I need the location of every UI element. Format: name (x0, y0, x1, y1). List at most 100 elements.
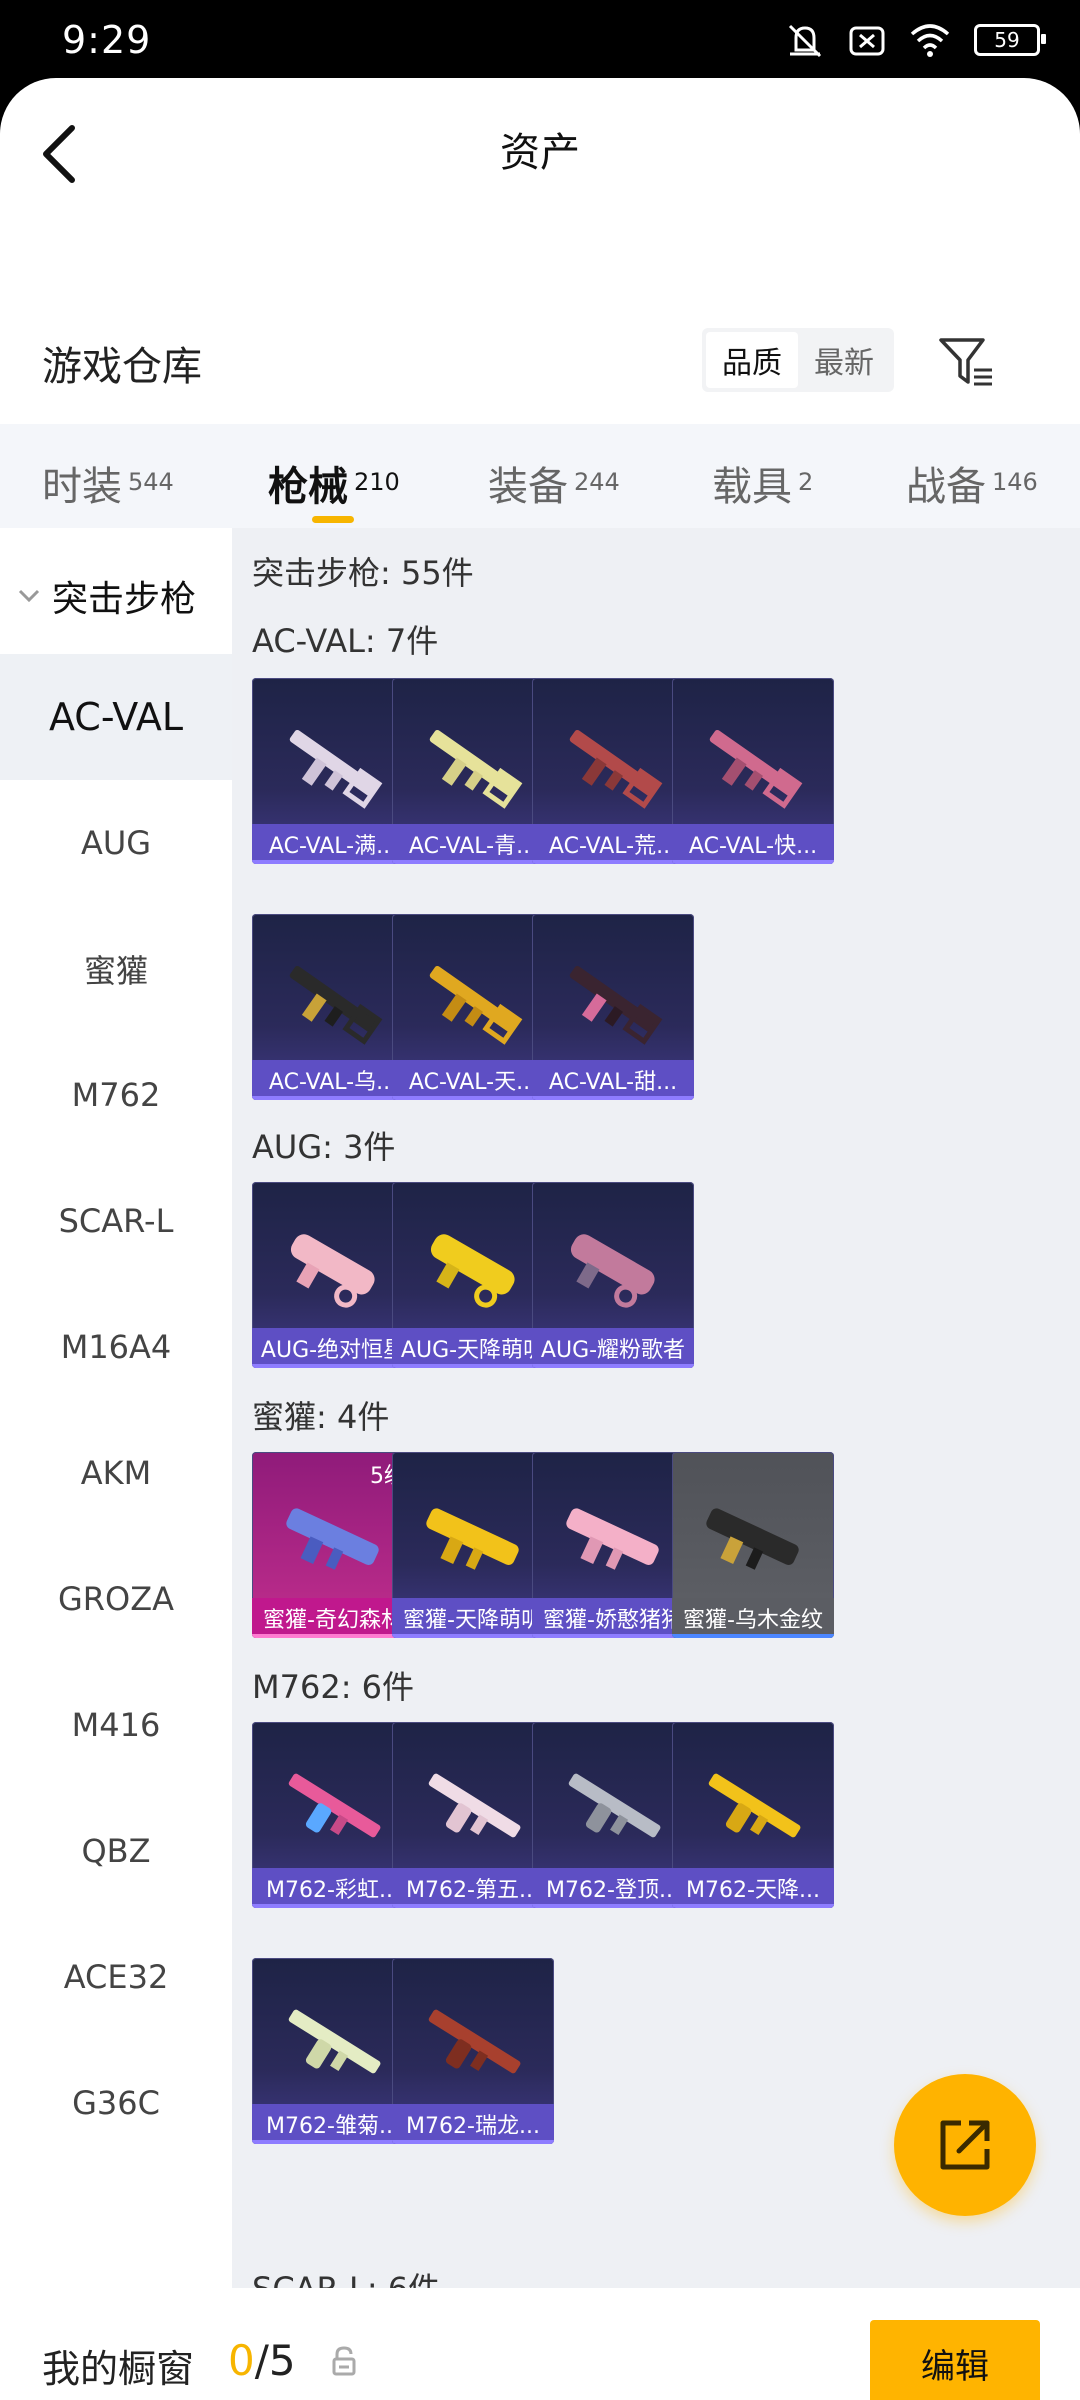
rifle-icon (570, 1234, 655, 1308)
mute-icon (788, 24, 822, 58)
sidebar-item-ace32[interactable]: ACE32 (0, 1914, 232, 2040)
weapon-card[interactable]: AUG-天降萌叽 (392, 1182, 554, 1368)
tab-count: 2 (798, 468, 814, 496)
weapon-sidebar: 突击步枪 AC-VAL AUG 蜜獾 M762 SCAR-L M16A4 AKM… (0, 528, 232, 2208)
tab-supplies[interactable]: 战备 146 (906, 454, 1038, 512)
weapon-card-label: AC-VAL-快... (672, 824, 834, 864)
weapon-card[interactable]: 5级 蜜獾-奇幻森林 (252, 1452, 414, 1638)
tab-firearms[interactable]: 枪械 210 (268, 454, 400, 512)
sidebar-item-akm[interactable]: AKM (0, 1410, 232, 1536)
rifle-icon (429, 965, 523, 1045)
tab-label: 装备 (488, 464, 568, 510)
weapon-card-label: AC-VAL-天... (392, 1060, 554, 1100)
rifle-icon (430, 1234, 515, 1308)
smg-icon (706, 1508, 799, 1570)
tab-fashion[interactable]: 时装 544 (42, 454, 174, 512)
weapon-card[interactable]: 蜜獾-天降萌叽 (392, 1452, 554, 1638)
weapon-card[interactable]: AC-VAL-满... (252, 678, 414, 864)
section-title: AUG: 3件 (252, 1128, 396, 1166)
weapon-card-label: 蜜獾-奇幻森林 (252, 1598, 414, 1638)
rifle-icon (289, 729, 383, 809)
tab-vehicles[interactable]: 载具 2 (712, 454, 813, 512)
section-title: AC-VAL: 7件 (252, 622, 439, 660)
battery-icon: 59 (974, 24, 1046, 56)
edit-button[interactable]: 编辑 (870, 2320, 1040, 2400)
weapon-card[interactable]: AUG-耀粉歌者 (532, 1182, 694, 1368)
sidebar-item-groza[interactable]: GROZA (0, 1536, 232, 1662)
weapon-card[interactable]: AC-VAL-乌... (252, 914, 414, 1100)
warehouse-title: 游戏仓库 (42, 344, 202, 390)
sidebar-item-g36c[interactable]: G36C (0, 2040, 232, 2166)
weapon-card[interactable]: AC-VAL-快... (672, 678, 834, 864)
status-time: 9:29 (62, 18, 152, 62)
filter-icon[interactable] (938, 336, 994, 390)
active-tab-indicator (312, 516, 354, 523)
weapon-card[interactable]: M762-天降... (672, 1722, 834, 1908)
weapon-card[interactable]: M762-彩虹... (252, 1722, 414, 1908)
rifle-icon (709, 729, 803, 809)
showcase-current: 0 (228, 2336, 255, 2385)
weapon-card-label: M762-登顶... (532, 1868, 694, 1908)
smg-icon (566, 1508, 659, 1570)
weapon-card-label: AC-VAL-满... (252, 824, 414, 864)
sidebar-category-label: 突击步枪 (52, 579, 197, 620)
weapon-card-label: AC-VAL-青... (392, 824, 554, 864)
tab-label: 时装 (42, 464, 122, 510)
sort-newest-button[interactable]: 最新 (798, 332, 890, 388)
weapon-card-label: M762-第五... (392, 1868, 554, 1908)
weapon-card[interactable]: M762-雏菊... (252, 1958, 414, 2144)
sort-quality-button[interactable]: 品质 (706, 332, 798, 388)
sidebar-item-m16a4[interactable]: M16A4 (0, 1284, 232, 1410)
tab-label: 载具 (712, 464, 792, 510)
warehouse-row: 游戏仓库 品质 最新 (0, 300, 1080, 420)
weapon-card-label: AUG-天降萌叽 (392, 1328, 554, 1368)
battery-level: 59 (994, 28, 1020, 52)
page-title: 资产 (500, 130, 580, 176)
sidebar-item-aug[interactable]: AUG (0, 780, 232, 906)
sidebar-item-ac-val[interactable]: AC-VAL (0, 654, 232, 780)
weapon-card[interactable]: M762-瑞龙... (392, 1958, 554, 2144)
rifle-icon (708, 1773, 801, 1838)
weapon-card[interactable]: 蜜獾-乌木金纹 (672, 1452, 834, 1638)
weapon-card[interactable]: 蜜獾-娇憨猪猪 (532, 1452, 694, 1638)
share-icon (940, 2120, 990, 2170)
rifle-icon (288, 2009, 381, 2074)
tab-equipment[interactable]: 装备 244 (488, 454, 620, 512)
weapon-card[interactable]: AC-VAL-天... (392, 914, 554, 1100)
tab-label: 战备 (906, 464, 986, 510)
weapon-card-label: AUG-耀粉歌者 (532, 1328, 694, 1368)
sidebar-item-m762[interactable]: M762 (0, 1032, 232, 1158)
smg-icon (426, 1508, 519, 1570)
weapon-card[interactable]: AC-VAL-青... (392, 678, 554, 864)
weapon-card-label: M762-天降... (672, 1868, 834, 1908)
header: 资产 (0, 78, 1080, 228)
status-bar: 9:29 59 (0, 0, 1080, 78)
rifle-icon (428, 1773, 521, 1838)
sidebar-item-scar-l[interactable]: SCAR-L (0, 1158, 232, 1284)
rifle-icon (290, 1234, 375, 1308)
showcase-total: /5 (254, 2336, 296, 2385)
tab-count: 146 (992, 468, 1038, 496)
tab-count: 244 (574, 468, 620, 496)
rifle-icon (288, 1773, 381, 1838)
weapon-card-label: 蜜獾-乌木金纹 (672, 1598, 834, 1638)
sidebar-item-m416[interactable]: M416 (0, 1662, 232, 1788)
sim-off-icon (849, 26, 885, 56)
tab-label: 枪械 (268, 464, 348, 510)
share-button[interactable] (894, 2074, 1036, 2216)
weapon-card[interactable]: M762-登顶... (532, 1722, 694, 1908)
weapon-card[interactable]: AC-VAL-甜... (532, 914, 694, 1100)
section-title: 蜜獾: 4件 (252, 1398, 390, 1436)
rifle-icon (429, 729, 523, 809)
weapon-card[interactable]: M762-第五... (392, 1722, 554, 1908)
weapon-card[interactable]: AUG-绝对恒星 (252, 1182, 414, 1368)
tab-count: 210 (354, 468, 400, 496)
smg-icon (286, 1508, 379, 1570)
sidebar-item-qbz[interactable]: QBZ (0, 1788, 232, 1914)
section-title: M762: 6件 (252, 1668, 415, 1706)
weapon-card[interactable]: AC-VAL-荒... (532, 678, 694, 864)
sidebar-item-honey-badger[interactable]: 蜜獾 (0, 906, 232, 1032)
weapon-card-label: AC-VAL-甜... (532, 1060, 694, 1100)
sidebar-category[interactable]: 突击步枪 (0, 528, 232, 654)
tab-count: 544 (128, 468, 174, 496)
